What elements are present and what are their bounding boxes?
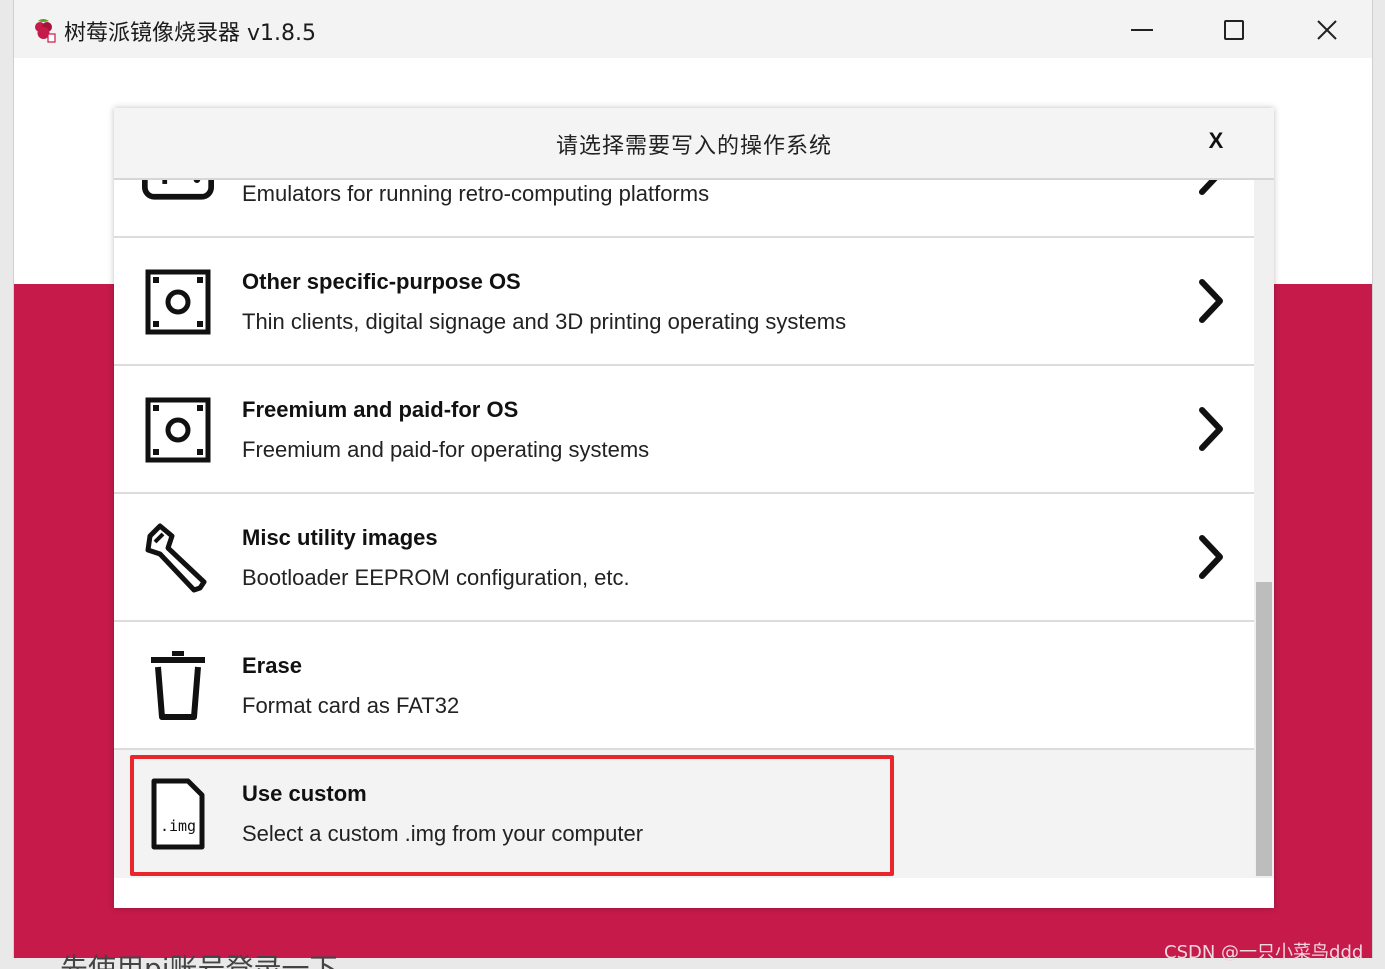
img-file-icon-label: .img: [160, 817, 196, 835]
chevron-right-icon: [1199, 180, 1218, 195]
os-item-desc: Select a custom .img from your computer: [242, 821, 644, 846]
maximize-button[interactable]: [1214, 12, 1254, 48]
os-item-misc-utility[interactable]: Misc utility images Bootloader EEPROM co…: [114, 494, 1254, 622]
close-window-button[interactable]: [1307, 12, 1347, 48]
os-item-other-specific-purpose[interactable]: Other specific-purpose OS Thin clients, …: [114, 238, 1254, 366]
os-select-dialog: 请选择需要写入的操作系统 X Emulators for running ret…: [114, 108, 1274, 908]
os-item-emulation[interactable]: Emulators for running retro-computing pl…: [114, 180, 1254, 238]
wrench-icon: [142, 522, 214, 594]
os-item-desc: Emulators for running retro-computing pl…: [242, 181, 710, 206]
os-item-desc: Freemium and paid-for operating systems: [242, 437, 650, 462]
maximize-icon: [1224, 20, 1244, 40]
os-item-freemium[interactable]: Freemium and paid-for OS Freemium and pa…: [114, 366, 1254, 494]
gamepad-icon: [142, 180, 214, 210]
dialog-header: 请选择需要写入的操作系统 X: [114, 108, 1274, 180]
minimize-button[interactable]: [1122, 12, 1162, 48]
raspberry-icon: [35, 19, 56, 43]
os-item-name: Other specific-purpose OS: [242, 269, 521, 294]
chevron-right-icon: [1199, 407, 1223, 451]
os-list[interactable]: Emulators for running retro-computing pl…: [114, 180, 1254, 878]
watermark: CSDN @一只小菜鸟ddd: [1164, 942, 1364, 963]
os-item-name: Misc utility images: [242, 525, 438, 550]
chevron-right-icon: [1199, 535, 1223, 579]
os-item-desc: Bootloader EEPROM configuration, etc.: [242, 565, 630, 590]
os-item-name: Use custom: [242, 781, 367, 806]
os-item-use-custom[interactable]: .img Use custom Select a custom .img fro…: [114, 750, 1254, 878]
trash-icon: [142, 650, 214, 722]
chevron-right-icon: [1199, 279, 1223, 323]
os-box-icon: [142, 266, 214, 338]
img-file-icon: .img: [142, 778, 214, 850]
os-item-name: Erase: [242, 653, 302, 678]
screen: 树莓派镜像烧录器 v1.8.5 先使用pi账号登录一下 请选择需要写入的操作系统…: [0, 0, 1385, 969]
os-item-desc: Thin clients, digital signage and 3D pri…: [242, 309, 847, 334]
title-bar: 树莓派镜像烧录器 v1.8.5: [14, 0, 1372, 58]
scrollbar-thumb[interactable]: [1256, 582, 1272, 876]
os-item-erase[interactable]: Erase Format card as FAT32: [114, 622, 1254, 750]
window-title: 树莓派镜像烧录器 v1.8.5: [64, 21, 316, 46]
os-box-icon: [142, 394, 214, 466]
os-item-name: Freemium and paid-for OS: [242, 397, 519, 422]
dialog-title: 请选择需要写入的操作系统: [555, 134, 832, 159]
scrollbar[interactable]: [1254, 180, 1274, 878]
os-item-desc: Format card as FAT32: [242, 693, 460, 718]
dialog-close-button[interactable]: X: [1204, 128, 1228, 154]
close-icon: [1317, 20, 1337, 40]
minimize-icon: [1131, 29, 1153, 31]
background-text: 先使用pi账号登录一下: [60, 952, 338, 969]
